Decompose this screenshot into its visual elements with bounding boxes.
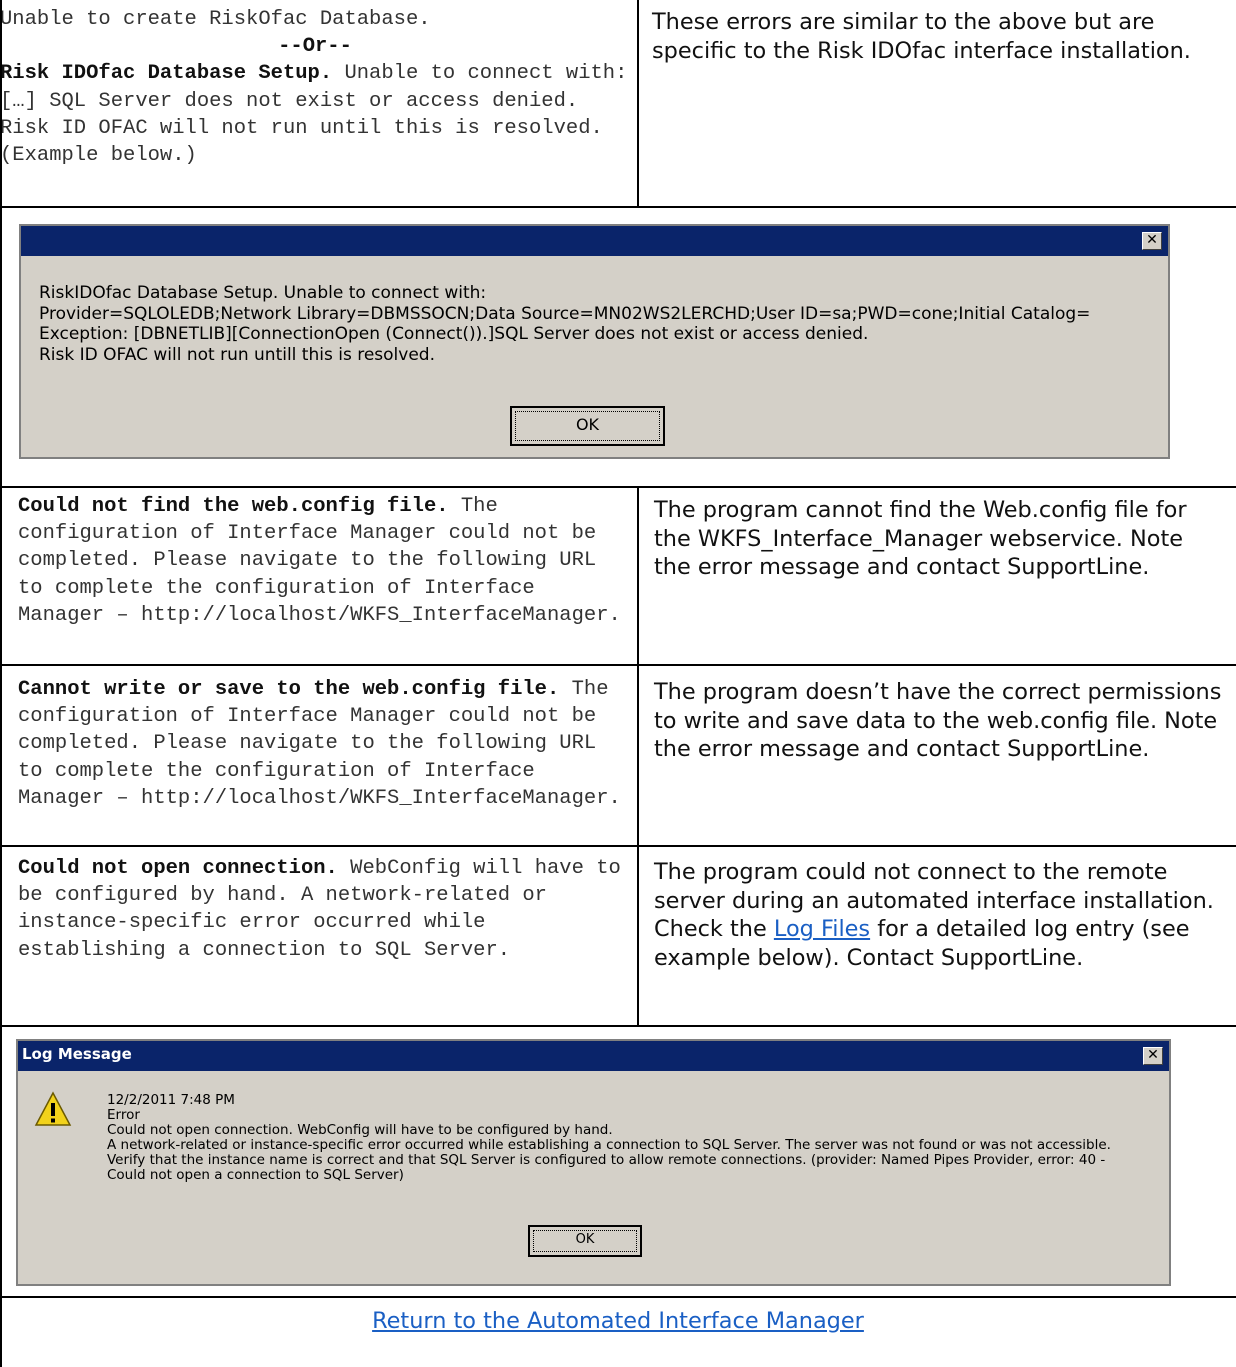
row3-right-cell: The program doesn’t have the correct per… bbox=[654, 678, 1224, 838]
footer-cell: Return to the Automated Interface Manage… bbox=[0, 1307, 1236, 1347]
row2-right-cell: The program cannot find the Web.config f… bbox=[654, 496, 1224, 666]
table-rule bbox=[0, 0, 2, 1367]
dialog1-line: Risk ID OFAC will not run untill this is… bbox=[39, 344, 435, 365]
table-rule bbox=[0, 845, 1236, 847]
dialog1-line: Exception: [DBNETLIB][ConnectionOpen (Co… bbox=[39, 324, 869, 344]
row4-right-cell: The program could not connect to the rem… bbox=[654, 858, 1224, 1028]
table-rule bbox=[637, 0, 639, 207]
row1-left-line1: Unable to create RiskOfac Database. bbox=[0, 8, 431, 31]
dialog1-line: Provider=SQLOLEDB;Network Library=DBMSSO… bbox=[39, 303, 1091, 324]
database-setup-dialog: ✕ RiskIDOfac Database Setup. Unable to c… bbox=[19, 224, 1170, 459]
table-rule bbox=[0, 1296, 1236, 1298]
row1-right-text: These errors are similar to the above bu… bbox=[652, 9, 1191, 64]
row1-or-separator: --Or-- bbox=[278, 35, 352, 59]
row1-left-cell: Unable to create RiskOfac Database. --Or… bbox=[0, 6, 630, 176]
table-rule bbox=[0, 1025, 1236, 1027]
table-rule bbox=[637, 486, 639, 1026]
warning-icon bbox=[34, 1091, 72, 1126]
ok-button-label: OK bbox=[575, 415, 600, 434]
table-rule bbox=[0, 206, 1236, 208]
return-link[interactable]: Return to the Automated Interface Manage… bbox=[372, 1308, 864, 1334]
dialog2-line: A network-related or instance-specific e… bbox=[107, 1137, 1111, 1153]
row2-left-bold: Could not find the web.config file. bbox=[18, 495, 449, 518]
log-files-link[interactable]: Log Files bbox=[774, 916, 870, 942]
dialog2-title: Log Message bbox=[22, 1045, 132, 1063]
log-message-dialog: Log Message ✕ 12/2/2011 7:48 PM Error Co… bbox=[16, 1039, 1171, 1286]
dialog1-titlebar bbox=[21, 226, 1168, 256]
dialog2-line: Could not open a connection to SQL Serve… bbox=[107, 1167, 404, 1183]
dialog2-titlebar: Log Message bbox=[18, 1041, 1169, 1071]
row4-left-bold: Could not open connection. bbox=[18, 857, 338, 880]
dialog2-timestamp: 12/2/2011 7:48 PM bbox=[107, 1092, 235, 1108]
row1-right-cell: These errors are similar to the above bu… bbox=[652, 8, 1222, 178]
close-icon[interactable]: ✕ bbox=[1142, 232, 1162, 250]
dialog2-line: Verify that the instance name is correct… bbox=[107, 1152, 1106, 1168]
row4-left-cell: Could not open connection. WebConfig wil… bbox=[18, 855, 626, 1015]
row3-left-bold: Cannot write or save to the web.config f… bbox=[18, 678, 560, 701]
dialog1-line: RiskIDOfac Database Setup. Unable to con… bbox=[39, 283, 487, 303]
close-icon[interactable]: ✕ bbox=[1143, 1047, 1163, 1065]
dialog2-message: 12/2/2011 7:48 PM Error Could not open c… bbox=[107, 1093, 1111, 1183]
dialog2-line: Could not open connection. WebConfig wil… bbox=[107, 1122, 613, 1138]
ok-button[interactable]: OK bbox=[510, 406, 665, 446]
error-table: Unable to create RiskOfac Database. --Or… bbox=[0, 0, 1236, 1367]
dialog1-message: RiskIDOfac Database Setup. Unable to con… bbox=[39, 283, 1090, 365]
row3-right-text: The program doesn’t have the correct per… bbox=[654, 679, 1222, 762]
row2-right-text: The program cannot find the Web.config f… bbox=[654, 497, 1187, 580]
table-rule bbox=[0, 664, 1236, 666]
table-rule bbox=[0, 486, 1236, 488]
row3-left-cell: Cannot write or save to the web.config f… bbox=[18, 676, 626, 836]
dialog2-line: Error bbox=[107, 1107, 140, 1123]
ok-button[interactable]: OK bbox=[528, 1225, 642, 1257]
row1-left-bold: Risk IDOfac Database Setup. bbox=[0, 62, 333, 86]
row2-left-cell: Could not find the web.config file. The … bbox=[18, 493, 626, 663]
ok-button-label: OK bbox=[575, 1232, 595, 1247]
